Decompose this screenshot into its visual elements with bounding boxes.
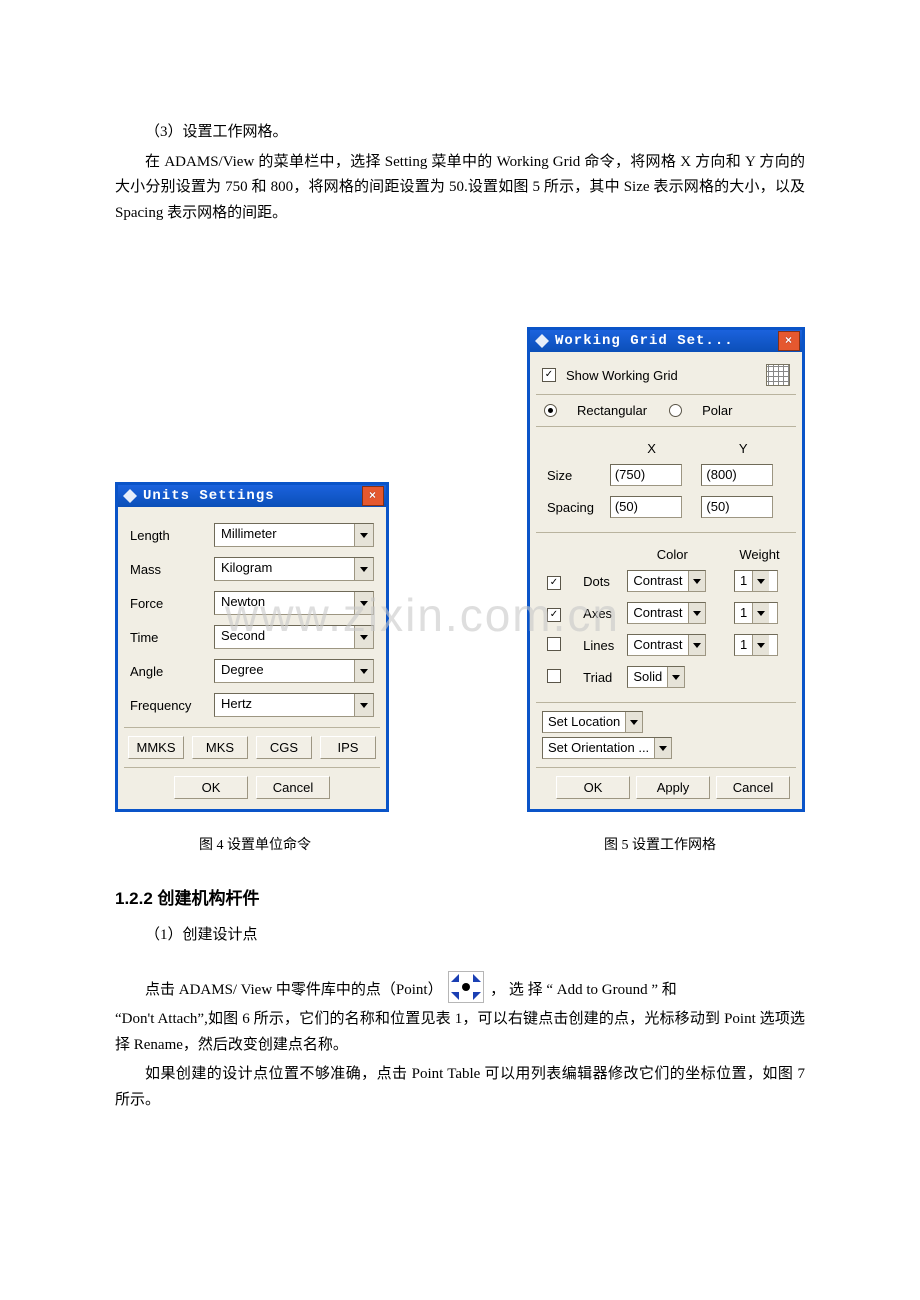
paragraph-point-tool: 点击 ADAMS/ View 中零件库中的点（Point） ， 选 择 “ Ad… [115,971,805,1004]
spacing-x-input[interactable]: (50) [610,496,682,518]
grid-dialog-title: Working Grid Set... [555,333,778,349]
paragraph-grid-instructions: 在 ADAMS/View 的菜单栏中，选择 Setting 菜单中的 Worki… [115,150,805,227]
length-label: Length [130,528,214,543]
axes-label: Axes [580,598,622,628]
axes-checkbox[interactable]: ✓ [547,608,561,622]
app-icon [123,489,137,503]
preset-ips-button[interactable]: IPS [320,736,376,759]
frequency-label: Frequency [130,698,214,713]
size-label: Size [544,460,605,490]
point-tool-icon [448,971,484,1003]
paragraph-create-design-point: （1）创建设计点 [115,923,805,949]
force-select[interactable]: Newton [214,591,374,615]
cancel-button[interactable]: Cancel [716,776,790,799]
paragraph-point-table: 如果创建的设计点位置不够准确，点击 Point Table 可以用列表编辑器修改… [115,1062,805,1113]
set-location-select[interactable]: Set Location [542,711,643,733]
units-settings-dialog: Units Settings × Length Millimeter Mass … [115,482,389,812]
cancel-button[interactable]: Cancel [256,776,330,799]
size-x-input[interactable]: (750) [610,464,682,486]
chevron-down-icon [354,626,373,648]
chevron-down-icon [354,558,373,580]
chevron-down-icon [354,694,373,716]
axes-color-select[interactable]: Contrast [627,602,705,624]
chevron-down-icon [354,524,373,546]
ok-button[interactable]: OK [556,776,630,799]
time-select[interactable]: Second [214,625,374,649]
apply-button[interactable]: Apply [636,776,710,799]
set-orientation-select[interactable]: Set Orientation ... [542,737,672,759]
app-icon [535,334,549,348]
dots-color-select[interactable]: Contrast [627,570,705,592]
paragraph-point-tool-cont: “Don't Attach”,如图 6 所示，它们的名称和位置见表 1，可以右键… [115,1007,805,1058]
show-grid-label: Show Working Grid [566,368,678,383]
spacing-label: Spacing [544,492,605,522]
preset-mmks-button[interactable]: MMKS [128,736,184,759]
spacing-y-input[interactable]: (50) [701,496,773,518]
show-grid-checkbox[interactable]: ✓ [542,368,556,382]
working-grid-dialog: Working Grid Set... × ✓ Show Working Gri… [527,327,805,812]
dots-label: Dots [580,566,622,596]
chevron-down-icon [354,660,373,682]
time-label: Time [130,630,214,645]
axes-weight-select[interactable]: 1 [734,602,778,624]
mass-label: Mass [130,562,214,577]
figure4-caption: 图 4 设置单位命令 [115,834,395,854]
mass-select[interactable]: Kilogram [214,557,374,581]
polar-radio[interactable] [669,404,682,417]
chevron-down-icon [354,592,373,614]
triad-checkbox[interactable] [547,669,561,683]
force-label: Force [130,596,214,611]
lines-weight-select[interactable]: 1 [734,634,778,656]
y-header: Y [698,437,788,458]
angle-select[interactable]: Degree [214,659,374,683]
x-header: X [607,437,697,458]
frequency-select[interactable]: Hertz [214,693,374,717]
lines-color-select[interactable]: Contrast [627,634,705,656]
triad-style-select[interactable]: Solid [627,666,685,688]
length-select[interactable]: Millimeter [214,523,374,547]
figure5-caption: 图 5 设置工作网格 [395,834,805,854]
dots-weight-select[interactable]: 1 [734,570,778,592]
grid-preview-icon [766,364,790,386]
polar-label: Polar [702,403,732,418]
rect-label: Rectangular [577,403,647,418]
dots-checkbox[interactable]: ✓ [547,576,561,590]
weight-header: Weight [731,543,788,564]
angle-label: Angle [130,664,214,679]
color-header: Color [624,543,720,564]
rect-radio[interactable] [544,404,557,417]
lines-label: Lines [580,630,622,660]
preset-cgs-button[interactable]: CGS [256,736,312,759]
close-icon[interactable]: × [362,486,384,506]
section-1-2-2-heading: 1.2.2 创建机构杆件 [115,884,805,909]
close-icon[interactable]: × [778,331,800,351]
units-dialog-title: Units Settings [143,488,362,504]
lines-checkbox[interactable] [547,637,561,651]
triad-label: Triad [580,662,622,692]
paragraph-3-setup-grid-intro: （3）设置工作网格。 [115,120,805,146]
ok-button[interactable]: OK [174,776,248,799]
size-y-input[interactable]: (800) [701,464,773,486]
preset-mks-button[interactable]: MKS [192,736,248,759]
